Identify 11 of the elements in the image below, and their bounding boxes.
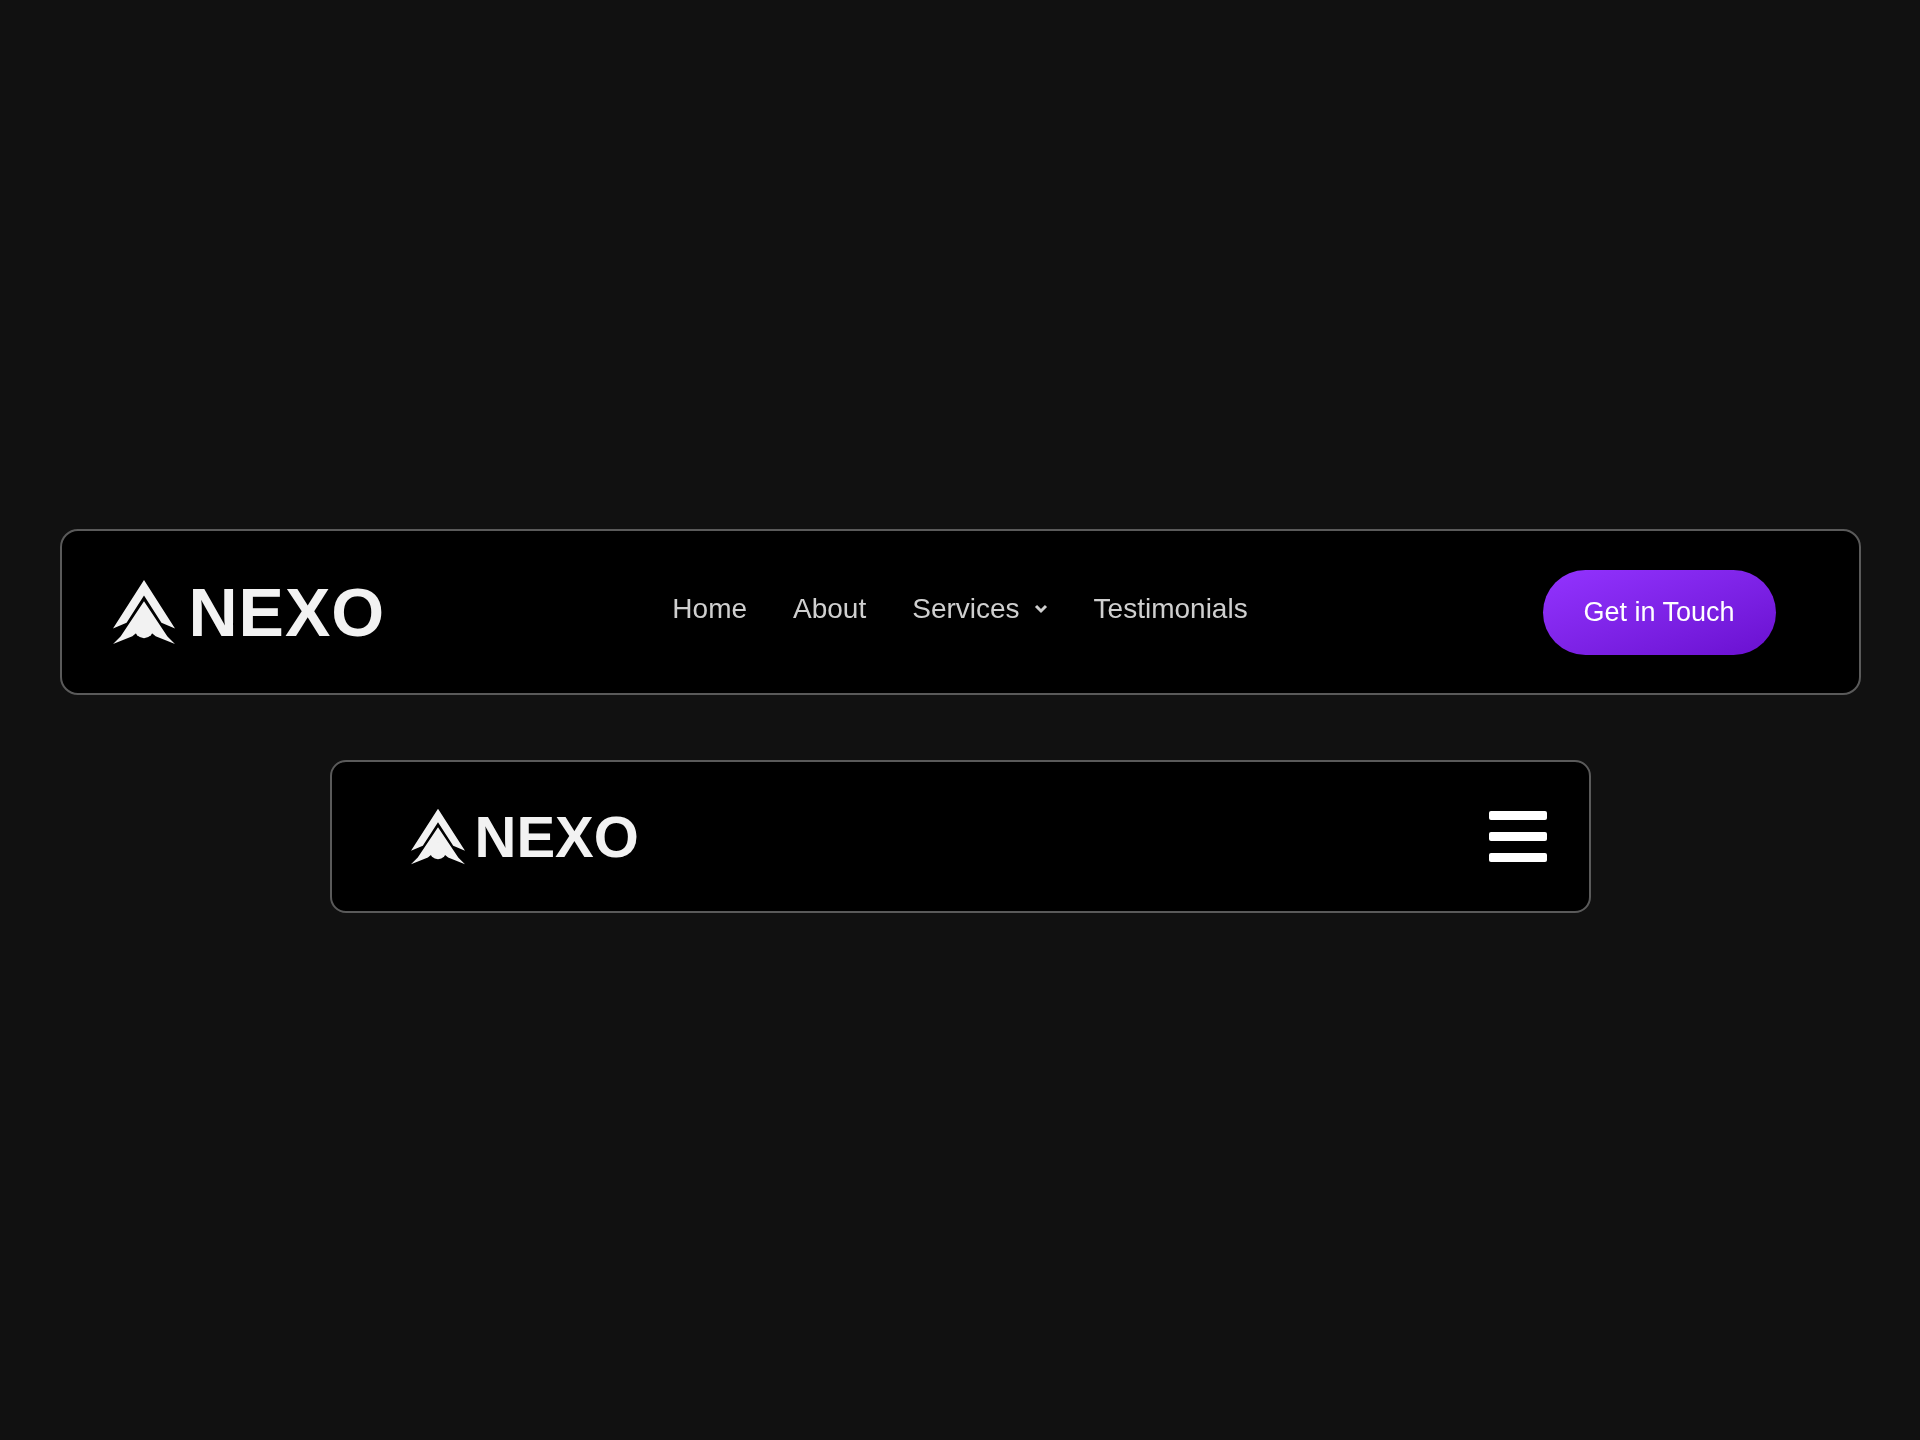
chevron-down-icon (1033, 604, 1048, 614)
nav-link[interactable]: Services (912, 588, 1048, 630)
nav-link[interactable]: Testimonials (1093, 588, 1248, 630)
logo-icon (112, 579, 175, 645)
nav-link[interactable]: Home (672, 588, 748, 630)
logo-icon (410, 808, 465, 865)
menu-icon[interactable] (1488, 810, 1547, 863)
nav-link[interactable]: About (793, 588, 867, 630)
get-in-touch-button[interactable]: Get in Touch (1542, 569, 1776, 655)
logo-text: NEXO (188, 578, 386, 646)
logo-text: NEXO (474, 807, 639, 866)
